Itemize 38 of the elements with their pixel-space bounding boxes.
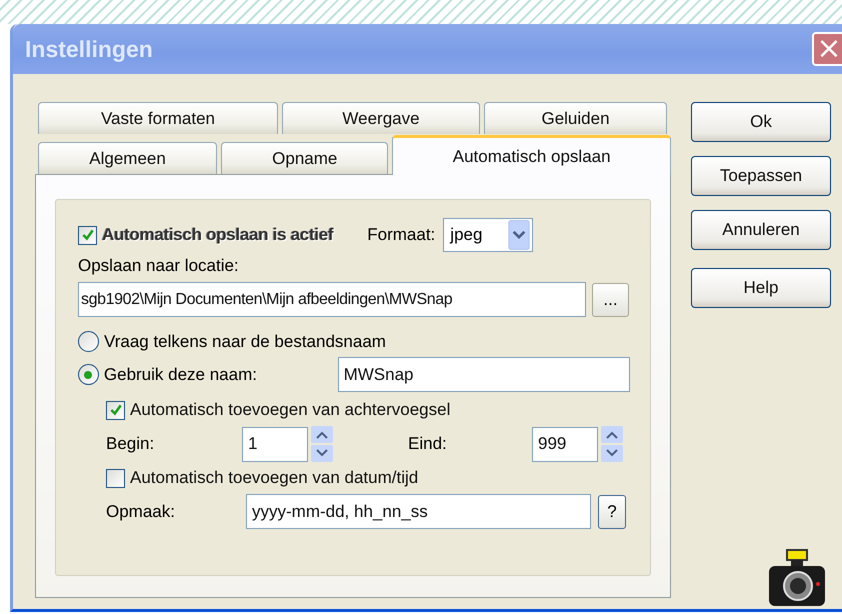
window-title: Instellingen <box>25 36 153 62</box>
tab[interactable]: Opname <box>221 142 388 174</box>
spin-buttons[interactable] <box>601 426 623 462</box>
browse-button[interactable]: ... <box>592 282 629 316</box>
radio-label: Gebruik deze naam: <box>104 364 258 384</box>
checkbox[interactable] <box>78 226 97 244</box>
end-label: Eind: <box>408 434 448 454</box>
name-field[interactable]: MWSnap <box>338 357 630 392</box>
tab[interactable]: Vaste formaten <box>38 102 278 134</box>
path-field[interactable]: sgb1902\Mijn Documenten\Mijn afbeeldingen\MWSnap <box>78 282 586 317</box>
help-button[interactable]: ? <box>598 494 626 528</box>
tab[interactable]: Algemeen <box>38 142 218 174</box>
dialog-button[interactable]: Annuleren <box>691 210 831 250</box>
format-dropdown[interactable]: jpeg <box>443 218 534 252</box>
pattern-field[interactable]: yyyy-mm-dd, hh_nn_ss <box>246 494 591 529</box>
tab[interactable]: Automatisch opslaan <box>392 135 671 175</box>
format-label: Formaat: <box>367 225 436 245</box>
dialog-button[interactable]: Ok <box>691 102 831 142</box>
end-field[interactable]: 999 <box>532 426 598 462</box>
begin-field[interactable]: 1 <box>242 426 308 462</box>
checkbox-label: Automatisch toevoegen van datum/tijd <box>130 468 418 488</box>
location-label: Opslaan naar locatie: <box>78 256 240 276</box>
checkbox-label: Automatisch toevoegen van achtervoegsel <box>130 400 450 420</box>
radio-button[interactable] <box>78 364 99 385</box>
checkbox-label: Automatisch opslaan is actief <box>102 225 334 245</box>
tab[interactable]: Geluiden <box>484 102 667 134</box>
radio-button[interactable] <box>78 331 99 352</box>
checkbox[interactable] <box>106 400 125 420</box>
spin-buttons[interactable] <box>311 426 333 462</box>
dialog-button[interactable]: Toepassen <box>691 156 831 196</box>
begin-label: Begin: <box>106 434 156 454</box>
tab[interactable]: Weergave <box>282 102 480 134</box>
pattern-label: Opmaak: <box>106 502 176 522</box>
dialog-button[interactable]: Help <box>691 268 831 308</box>
checkbox[interactable] <box>106 468 125 488</box>
radio-label: Vraag telkens naar de bestandsnaam <box>104 332 386 352</box>
check-icon <box>108 403 122 417</box>
check-icon <box>80 228 94 242</box>
